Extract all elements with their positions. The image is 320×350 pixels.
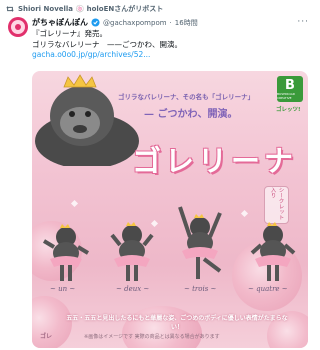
product-title: ゴレリーナ [132,144,298,178]
tweet-link[interactable]: gacha.o0o0.jp/gp/archives/52... [32,50,308,61]
tweet-header: がちゃぽんぽん @gachaxpompom · 16時間 [32,17,198,28]
brand-logo-letter: B [285,77,295,93]
figure-label-deux: ~ deux ~ [116,285,150,293]
figure-label-trois: ~ trois ~ [184,285,217,293]
verified-badge-icon [91,18,100,27]
avatar[interactable] [8,17,28,37]
media-image[interactable]: ゴリラなバレリーナ、その名も「ゴレリーナ」 — ごつかわ、開演。 B BUSHI… [32,71,308,348]
caption-small: ※画像はイメージです 実際の商品とは異なる場合があります [84,334,220,340]
gorilla-figure-3 [178,206,222,279]
repost-icon [6,5,14,12]
brand-logo: B BUSHIROAD CREATIVE [277,76,303,102]
tagline-main: — ごつかわ、開演。 [144,109,238,120]
tweet-body: 『ゴレリーナ』発売。 ゴリラなバレリーナ ——ごつかわ、開演。 gacha.o0… [32,29,308,61]
handle[interactable]: @gachaxpompom [103,19,167,27]
repost-text: Shiori Novella 🍥 holoENさんがリポスト [18,4,164,13]
tweet-line-1: 『ゴレリーナ』発売。 [32,29,107,38]
figure-label-un: ~ un ~ [50,285,76,293]
big-gorilla-figure [35,74,139,166]
tweet-line-2: ゴリラなバレリーナ ——ごつかわ、開演。 [32,39,182,49]
gorilla-figure-4 [250,222,296,281]
timestamp[interactable]: 16時間 [175,18,198,28]
brand-logo-text: BUSHIROAD CREATIVE [277,91,296,100]
more-options-icon[interactable]: ··· [297,17,309,27]
bottom-logo: ゴレ [40,333,53,340]
gorilla-figure-2 [110,222,154,281]
tagline-top: ゴリラなバレリーナ、その名も「ゴレリーナ」 [118,93,255,101]
gorilla-figure-1 [42,224,90,281]
repost-indicator[interactable]: Shiori Novella 🍥 holoENさんがリポスト [6,3,163,14]
separator: · [169,18,172,27]
figure-label-quatre: ~ quatre ~ [248,285,288,293]
bottom-copy: 五五・五五と見出したるにもと華麗な姿、ごつめのボディに優しい表情がたまらない！ [66,315,288,331]
brand-sub: ゴレッツ! [276,107,301,113]
display-name[interactable]: がちゃぽんぽん [32,17,88,28]
